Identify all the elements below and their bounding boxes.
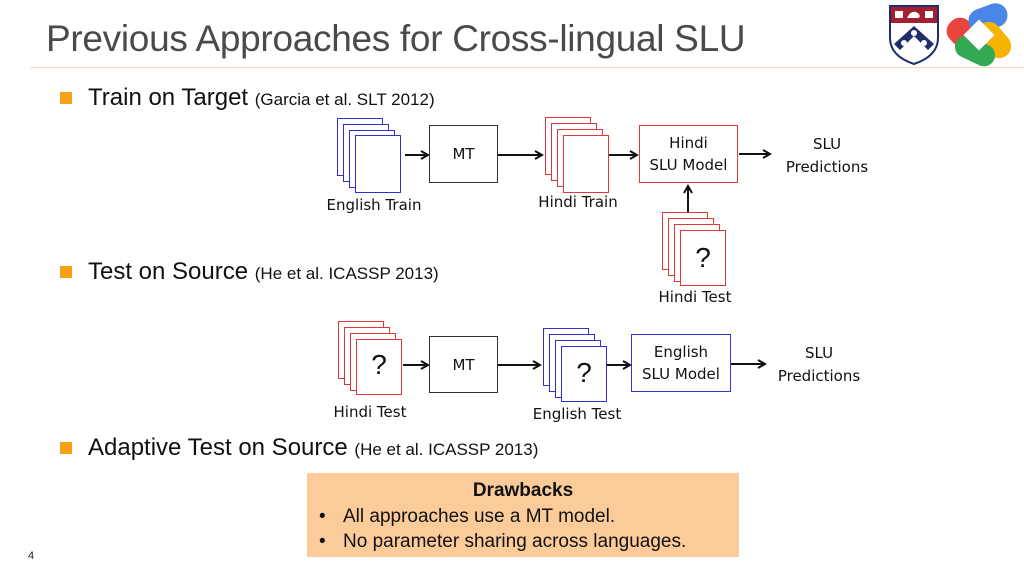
document-page [563,135,609,193]
english-slu-model-box: English SLU Model [631,334,731,392]
bullet-dot: • [319,531,326,552]
output-line2: Predictions [785,158,869,176]
page-number: 4 [28,550,35,562]
output-line1: SLU [804,344,834,362]
english-test-label: English Test [532,405,622,423]
unknown-label-mark: ? [371,349,387,380]
english-train-label: English Train [326,196,422,214]
mt-label: MT [452,145,475,163]
drawback-item: • All approaches use a MT model. [319,506,615,528]
hindi-train-label: Hindi Train [538,193,618,211]
model-label-line1: English [653,343,709,361]
model-label-line2: SLU Model [649,156,728,174]
hindi-test-label: Hindi Test [658,288,732,306]
model-label-line2: SLU Model [642,365,720,383]
drawback-item: • No parameter sharing across languages. [319,531,686,553]
model-label-line1: Hindi [669,134,708,152]
slu-predictions-output: SLU Predictions [768,342,870,388]
output-line1: SLU [812,135,842,153]
drawback-text: All approaches use a MT model. [343,506,616,527]
mt-box: MT [429,125,498,183]
slu-predictions-output: SLU Predictions [776,133,878,179]
mt-label: MT [452,355,475,374]
hindi-slu-model-box: Hindi SLU Model [639,125,738,183]
bullet-dot: • [319,506,326,527]
unknown-label-mark: ? [576,357,592,388]
output-line2: Predictions [777,367,861,385]
hindi-test-label: Hindi Test [333,403,407,421]
mt-box: MT [429,336,498,393]
unknown-label-mark: ? [695,242,711,273]
drawbacks-heading: Drawbacks [472,480,574,501]
document-page [355,135,401,193]
drawback-text: No parameter sharing across languages. [343,531,687,552]
drawbacks-callout: Drawbacks • All approaches use a MT model… [307,473,739,557]
